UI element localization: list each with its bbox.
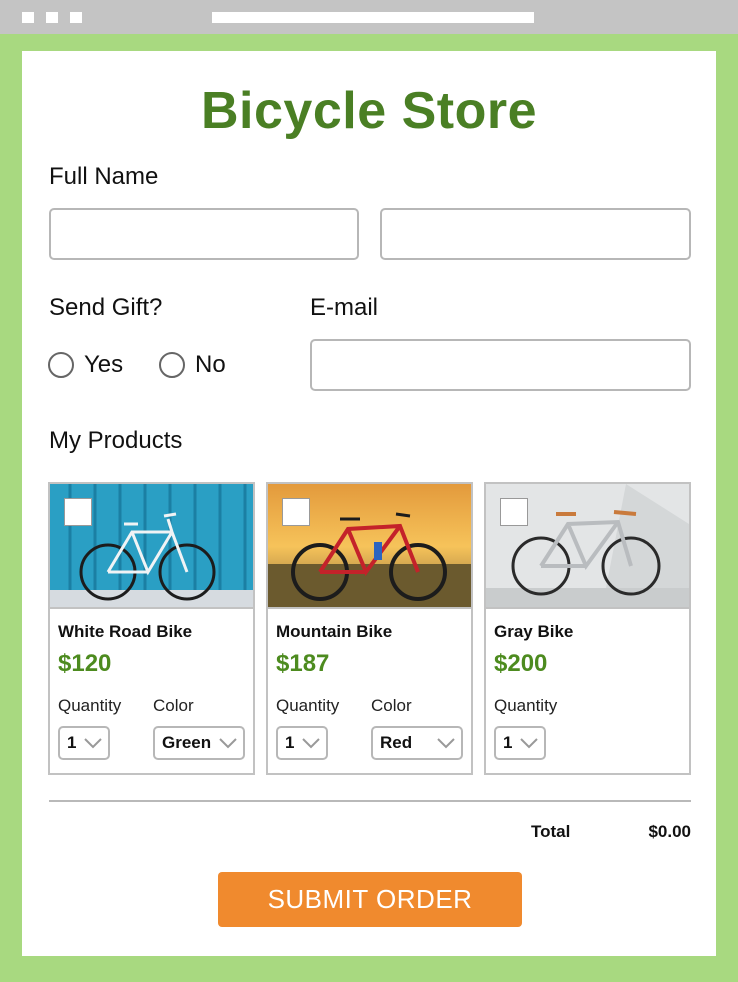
product-name: White Road Bike bbox=[58, 622, 193, 641]
product-card-gray-bike: Gray Bike $200 Quantity 1 bbox=[484, 482, 691, 775]
send-gift-label: Send Gift? bbox=[49, 294, 163, 321]
email-label: E-mail bbox=[310, 294, 379, 321]
product-card-white-road-bike: White Road Bike $120 Quantity Color 1 Gr… bbox=[48, 482, 255, 775]
gift-yes-radio[interactable]: Yes bbox=[48, 351, 123, 379]
divider bbox=[49, 800, 691, 802]
window-control[interactable] bbox=[22, 12, 34, 23]
color-select[interactable]: Red bbox=[371, 726, 463, 760]
quantity-label: Quantity bbox=[494, 696, 558, 715]
radio-icon[interactable] bbox=[48, 352, 74, 378]
product-photo-white-road-bike bbox=[50, 484, 253, 609]
submit-order-button[interactable]: SUBMIT ORDER bbox=[218, 872, 522, 927]
color-value: Red bbox=[380, 733, 413, 752]
quantity-label: Quantity bbox=[58, 696, 122, 715]
quantity-value: 1 bbox=[503, 733, 513, 752]
color-value: Green bbox=[162, 733, 212, 752]
gift-no-radio[interactable]: No bbox=[159, 351, 226, 379]
window-control[interactable] bbox=[70, 12, 82, 23]
window-control[interactable] bbox=[46, 12, 58, 23]
quantity-label: Quantity bbox=[276, 696, 340, 715]
total-label: Total bbox=[531, 822, 571, 841]
my-products-label: My Products bbox=[49, 427, 183, 454]
product-name: Mountain Bike bbox=[276, 622, 393, 641]
product-card-mountain-bike: Mountain Bike $187 Quantity Color 1 Red bbox=[266, 482, 473, 775]
color-label: Color bbox=[371, 696, 412, 715]
product-select-checkbox-icon[interactable] bbox=[64, 498, 92, 526]
color-select[interactable]: Green bbox=[153, 726, 245, 760]
first-name-input[interactable] bbox=[49, 208, 359, 260]
chevron-down-icon bbox=[520, 738, 538, 749]
last-name-input[interactable] bbox=[380, 208, 691, 260]
product-price: $120 bbox=[58, 650, 112, 677]
order-form: Bicycle Store Full Name Send Gift? Yes N… bbox=[22, 51, 716, 956]
product-name: Gray Bike bbox=[494, 622, 574, 641]
browser-chrome bbox=[0, 0, 738, 34]
quantity-value: 1 bbox=[285, 733, 295, 752]
color-label: Color bbox=[153, 696, 194, 715]
chevron-down-icon bbox=[302, 738, 320, 749]
product-photo-gray-bike bbox=[486, 484, 689, 609]
product-select-checkbox-icon[interactable] bbox=[500, 498, 528, 526]
quantity-value: 1 bbox=[67, 733, 77, 752]
page-title: Bicycle Store bbox=[201, 82, 537, 140]
gift-yes-label: Yes bbox=[84, 351, 124, 378]
address-bar[interactable] bbox=[212, 12, 534, 23]
product-price: $187 bbox=[276, 650, 330, 677]
gift-no-label: No bbox=[195, 351, 226, 378]
product-select-checkbox-icon[interactable] bbox=[282, 498, 310, 526]
quantity-select[interactable]: 1 bbox=[494, 726, 546, 760]
quantity-select[interactable]: 1 bbox=[58, 726, 110, 760]
total-value: $0.00 bbox=[648, 822, 691, 841]
product-price: $200 bbox=[494, 650, 548, 677]
radio-icon[interactable] bbox=[159, 352, 185, 378]
chevron-down-icon bbox=[84, 738, 102, 749]
chevron-down-icon bbox=[437, 738, 455, 749]
quantity-select[interactable]: 1 bbox=[276, 726, 328, 760]
chevron-down-icon bbox=[219, 738, 237, 749]
full-name-label: Full Name bbox=[49, 163, 159, 190]
email-input[interactable] bbox=[310, 339, 691, 391]
product-photo-mountain-bike bbox=[268, 484, 471, 609]
